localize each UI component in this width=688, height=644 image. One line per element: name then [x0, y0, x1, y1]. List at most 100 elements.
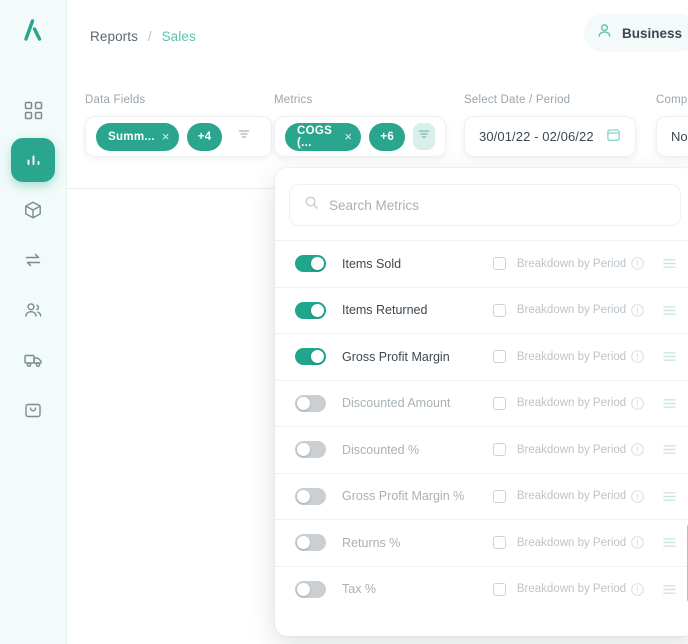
sidebar-item-inventory[interactable]	[11, 188, 55, 232]
breakdown-label: Breakdown by Period	[517, 583, 630, 595]
metric-toggle[interactable]	[295, 348, 326, 365]
table-row: Items SoldBreakdown by Period	[275, 240, 688, 287]
metrics-filter-button[interactable]	[413, 123, 435, 150]
breakdown-label: Breakdown by Period	[517, 444, 630, 456]
calendar-icon[interactable]	[606, 127, 621, 147]
data-fields-chip[interactable]: Summ... ×	[96, 123, 179, 151]
data-fields-control[interactable]: Summ... × +4	[85, 116, 272, 157]
breakdown-checkbox[interactable]	[493, 397, 506, 410]
drag-handle-icon[interactable]	[662, 490, 677, 503]
drag-handle-icon[interactable]	[662, 257, 677, 270]
metrics-group: Metrics COGS (... × +6	[274, 94, 446, 157]
breakdown-checkbox[interactable]	[493, 443, 506, 456]
data-fields-more-count[interactable]: +4	[187, 123, 223, 151]
data-fields-filter-button[interactable]	[230, 123, 257, 150]
metric-toggle[interactable]	[295, 488, 326, 505]
drag-handle-icon[interactable]	[662, 583, 677, 596]
sidebar-item-transfers[interactable]	[11, 238, 55, 282]
metric-toggle[interactable]	[295, 581, 326, 598]
metrics-chip[interactable]: COGS (... ×	[285, 123, 361, 151]
metric-toggle[interactable]	[295, 395, 326, 412]
bar-chart-icon	[24, 151, 43, 170]
search-box[interactable]	[289, 184, 681, 226]
drag-handle-icon[interactable]	[662, 397, 677, 410]
compare-select[interactable]: No c	[656, 116, 688, 157]
info-icon[interactable]	[630, 256, 645, 271]
breakdown-checkbox[interactable]	[493, 490, 506, 503]
breadcrumb-current[interactable]: Sales	[162, 29, 196, 44]
breakdown-checkbox[interactable]	[493, 304, 506, 317]
toggle-knob	[297, 490, 310, 503]
metric-name-label: Items Sold	[342, 257, 493, 271]
sidebar	[0, 0, 67, 644]
metrics-more-count[interactable]: +6	[369, 123, 405, 151]
user-name-label: Business	[622, 26, 682, 41]
table-row: Items ReturnedBreakdown by Period	[275, 287, 688, 334]
info-icon[interactable]	[630, 349, 645, 364]
drag-handle-icon[interactable]	[662, 350, 677, 363]
breadcrumb-separator: /	[148, 29, 152, 44]
drag-handle-icon[interactable]	[662, 304, 677, 317]
toggle-knob	[311, 304, 324, 317]
info-icon[interactable]	[630, 489, 645, 504]
close-icon[interactable]: ×	[344, 129, 352, 144]
date-label: Select Date / Period	[464, 94, 636, 106]
bag-icon	[23, 400, 43, 420]
user-menu-button[interactable]: Business	[584, 14, 688, 52]
sidebar-item-dashboard[interactable]	[11, 88, 55, 132]
toggle-knob	[297, 583, 310, 596]
table-row: Returns %Breakdown by Period	[275, 519, 688, 566]
close-icon[interactable]: ×	[162, 129, 170, 144]
info-icon[interactable]	[630, 442, 645, 457]
table-row: Tax %Breakdown by Period	[275, 566, 688, 613]
data-fields-chip-label: Summ...	[108, 131, 155, 143]
date-range-value: 30/01/22 - 02/06/22	[479, 129, 594, 144]
app-logo[interactable]	[16, 14, 50, 48]
info-icon[interactable]	[630, 396, 645, 411]
breakdown-checkbox[interactable]	[493, 257, 506, 270]
data-fields-label: Data Fields	[85, 94, 272, 106]
drag-handle-icon[interactable]	[662, 536, 677, 549]
sidebar-item-customers[interactable]	[11, 288, 55, 332]
metric-name-label: Gross Profit Margin	[342, 350, 493, 364]
search-icon	[304, 195, 319, 215]
metrics-dropdown-panel: Items SoldBreakdown by PeriodItems Retur…	[275, 168, 688, 636]
user-icon	[596, 22, 613, 44]
date-range-picker[interactable]: 30/01/22 - 02/06/22	[464, 116, 636, 157]
info-icon[interactable]	[630, 303, 645, 318]
info-icon[interactable]	[630, 582, 645, 597]
breakdown-label: Breakdown by Period	[517, 397, 630, 409]
box-icon	[23, 200, 43, 220]
date-group: Select Date / Period 30/01/22 - 02/06/22	[464, 94, 636, 157]
drag-handle-icon[interactable]	[662, 443, 677, 456]
breakdown-label: Breakdown by Period	[517, 537, 630, 549]
data-fields-group: Data Fields Summ... × +4	[85, 94, 272, 157]
breakdown-label: Breakdown by Period	[517, 490, 630, 502]
compare-value: No c	[671, 129, 688, 144]
breakdown-checkbox[interactable]	[493, 583, 506, 596]
sidebar-item-shipping[interactable]	[11, 338, 55, 382]
sidebar-item-orders[interactable]	[11, 388, 55, 432]
filter-icon	[417, 127, 431, 146]
breakdown-checkbox[interactable]	[493, 536, 506, 549]
breakdown-label: Breakdown by Period	[517, 351, 630, 363]
transfer-icon	[23, 250, 43, 270]
metric-toggle[interactable]	[295, 255, 326, 272]
toggle-knob	[297, 536, 310, 549]
search-input[interactable]	[329, 198, 666, 213]
table-row: Gross Profit Margin % Breakdown by Period	[275, 473, 688, 520]
metric-name-label: Gross Profit Margin %	[342, 489, 493, 503]
filter-icon	[237, 127, 251, 146]
compare-group: Compare No c	[656, 94, 688, 157]
info-icon[interactable]	[630, 535, 645, 550]
breakdown-label: Breakdown by Period	[517, 304, 630, 316]
sidebar-item-reports[interactable]	[11, 138, 55, 182]
metric-toggle[interactable]	[295, 441, 326, 458]
metric-toggle[interactable]	[295, 534, 326, 551]
metric-toggle[interactable]	[295, 302, 326, 319]
metrics-control[interactable]: COGS (... × +6	[274, 116, 446, 157]
breakdown-checkbox[interactable]	[493, 350, 506, 363]
breadcrumb-parent[interactable]: Reports	[90, 29, 138, 44]
search-wrapper	[275, 168, 688, 240]
toggle-knob	[311, 350, 324, 363]
